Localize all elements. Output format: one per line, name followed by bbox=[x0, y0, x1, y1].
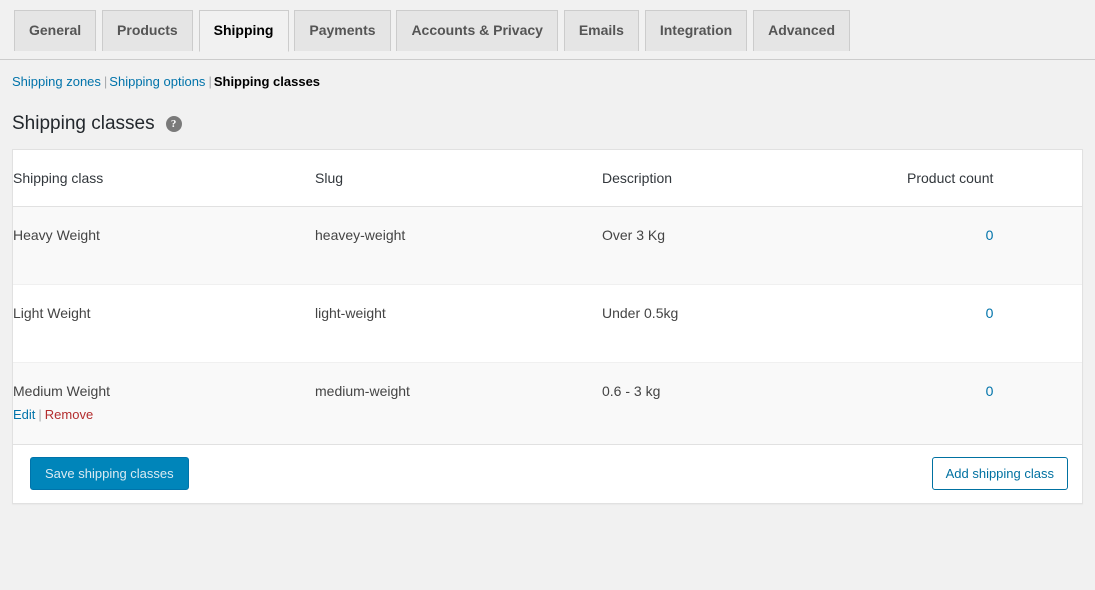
product-count-link[interactable]: 0 bbox=[986, 383, 994, 399]
cell-slug: medium-weight bbox=[315, 362, 602, 445]
save-shipping-classes-button[interactable]: Save shipping classes bbox=[30, 456, 189, 491]
table-row: Light Weight light-weight Under 0.5kg 0 bbox=[13, 284, 1082, 363]
tab-integration[interactable]: Integration bbox=[644, 10, 748, 51]
column-header-product-count: Product count bbox=[907, 149, 1082, 207]
cell-shipping-class: Medium Weight Edit | Remove bbox=[13, 362, 315, 445]
cell-shipping-class: Heavy Weight bbox=[13, 206, 315, 285]
tab-accounts-privacy[interactable]: Accounts & Privacy bbox=[396, 10, 558, 51]
cell-slug: light-weight bbox=[315, 284, 602, 363]
column-header-shipping-class: Shipping class bbox=[13, 149, 315, 207]
tab-emails[interactable]: Emails bbox=[563, 10, 639, 51]
table-header: Shipping class Slug Description Product … bbox=[13, 149, 1082, 207]
cell-description: 0.6 - 3 kg bbox=[602, 362, 907, 445]
row-actions: Edit | Remove bbox=[13, 406, 305, 424]
shipping-class-name[interactable]: Medium Weight bbox=[13, 383, 110, 399]
product-count-link[interactable]: 0 bbox=[986, 305, 994, 321]
shipping-class-name[interactable]: Light Weight bbox=[13, 305, 91, 321]
table-row: Medium Weight Edit | Remove medium-weight … bbox=[13, 362, 1082, 445]
table-row: Heavy Weight heavey-weight Over 3 Kg 0 bbox=[13, 206, 1082, 285]
column-header-slug: Slug bbox=[315, 149, 602, 207]
product-count-link[interactable]: 0 bbox=[986, 227, 994, 243]
tab-products[interactable]: Products bbox=[102, 10, 193, 51]
edit-link[interactable]: Edit bbox=[13, 407, 35, 422]
row-actions-separator: | bbox=[38, 406, 42, 422]
settings-tab-bar: General Products Shipping Payments Accou… bbox=[0, 0, 1095, 60]
cell-description: Over 3 Kg bbox=[602, 206, 907, 285]
shipping-subnav: Shipping zones | Shipping options | Shipping… bbox=[12, 69, 1095, 95]
cell-product-count: 0 bbox=[907, 206, 1082, 285]
table-body: Heavy Weight heavey-weight Over 3 Kg 0 L… bbox=[13, 206, 1082, 445]
cell-product-count: 0 bbox=[907, 284, 1082, 363]
cell-slug: heavey-weight bbox=[315, 206, 602, 285]
tab-advanced[interactable]: Advanced bbox=[753, 10, 851, 51]
tab-shipping[interactable]: Shipping bbox=[198, 10, 289, 52]
subnav-shipping-options[interactable]: Shipping options bbox=[109, 74, 205, 89]
column-header-description: Description bbox=[602, 149, 907, 207]
subnav-shipping-classes[interactable]: Shipping classes bbox=[214, 74, 320, 89]
cell-description: Under 0.5kg bbox=[602, 284, 907, 363]
tab-general[interactable]: General bbox=[14, 10, 97, 51]
shipping-classes-table: Shipping class Slug Description Product … bbox=[13, 149, 1082, 445]
add-shipping-class-button[interactable]: Add shipping class bbox=[931, 456, 1068, 491]
help-icon[interactable]: ? bbox=[165, 116, 182, 133]
shipping-classes-card: Shipping class Slug Description Product … bbox=[12, 148, 1083, 505]
cell-product-count: 0 bbox=[907, 362, 1082, 445]
subnav-shipping-zones[interactable]: Shipping zones bbox=[12, 74, 101, 89]
cell-shipping-class: Light Weight bbox=[13, 284, 315, 363]
page-title-text: Shipping classes bbox=[12, 113, 155, 134]
table-header-row: Shipping class Slug Description Product … bbox=[13, 149, 1082, 207]
tab-payments[interactable]: Payments bbox=[294, 10, 391, 51]
subnav-separator-2: | bbox=[208, 74, 212, 89]
remove-link[interactable]: Remove bbox=[45, 407, 93, 422]
page-title: Shipping classes ? bbox=[12, 112, 1095, 137]
table-footer: Save shipping classes Add shipping class bbox=[13, 444, 1082, 504]
shipping-class-name[interactable]: Heavy Weight bbox=[13, 227, 100, 243]
